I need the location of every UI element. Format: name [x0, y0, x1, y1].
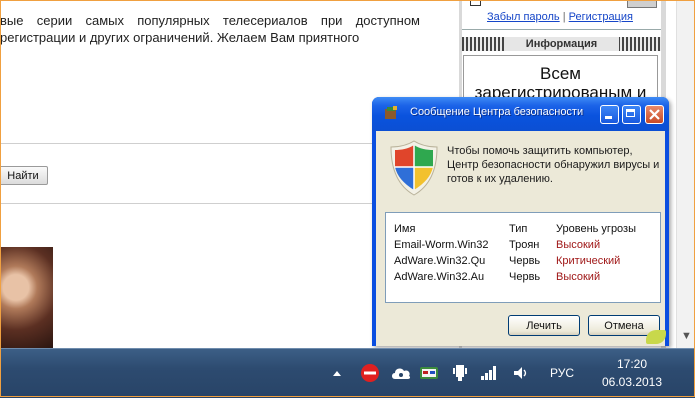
- remember-checkbox[interactable]: [470, 0, 481, 6]
- threat-type: Троян: [509, 239, 540, 251]
- volume-icon[interactable]: [512, 363, 530, 383]
- threat-level: Критический: [556, 255, 621, 267]
- fix-button[interactable]: Лечить: [508, 315, 580, 336]
- minimize-button[interactable]: [600, 105, 619, 124]
- info-header: Информация: [462, 37, 661, 51]
- article-text: вые серии самых популярных телесериалов …: [0, 13, 420, 45]
- clock[interactable]: 17:20 06.03.2013: [592, 355, 672, 391]
- dialog-titlebar[interactable]: Сообщение Центра безопасности: [372, 97, 669, 131]
- clock-time: 17:20: [616, 357, 648, 371]
- column-name: Имя: [394, 223, 416, 235]
- search-button[interactable]: Найти: [0, 166, 48, 185]
- close-icon: [649, 109, 660, 120]
- security-center-icon: [385, 106, 397, 119]
- security-alert-dialog: Сообщение Центра безопасности Чтобы помо…: [372, 97, 669, 346]
- threat-level: Высокий: [556, 271, 601, 283]
- threat-name: AdWare.Win32.Qu: [394, 255, 486, 267]
- column-type: Тип: [509, 223, 528, 235]
- threat-list[interactable]: Имя Тип Уровень угрозы Email-Worm.Win32 …: [385, 212, 661, 303]
- dialog-title: Сообщение Центра безопасности: [410, 106, 584, 118]
- show-hidden-icon[interactable]: [332, 363, 342, 383]
- register-link[interactable]: Регистрация: [569, 11, 633, 23]
- dialog-body: Чтобы помочь защитить компьютер, Центр б…: [376, 131, 665, 346]
- threat-list-header: Имя Тип Уровень угрозы: [386, 223, 662, 238]
- language-indicator[interactable]: РУС: [548, 363, 576, 383]
- network-badge-icon[interactable]: [419, 363, 439, 383]
- column-level: Уровень угрозы: [556, 223, 637, 235]
- login-panel: Забыл пароль | Регистрация: [462, 0, 661, 30]
- scroll-down-icon[interactable]: ▼: [681, 330, 692, 342]
- clock-date: 06.03.2013: [601, 375, 663, 389]
- threat-row[interactable]: AdWare.Win32.Qu Червь Критический: [386, 255, 662, 270]
- threat-type: Червь: [509, 255, 541, 267]
- link-separator: |: [562, 11, 566, 23]
- signal-icon[interactable]: [480, 363, 498, 383]
- threat-level: Высокий: [556, 239, 601, 251]
- forgot-password-link[interactable]: Забыл пароль: [487, 11, 560, 23]
- taskbar: РУС 17:20 06.03.2013: [0, 348, 695, 398]
- login-button[interactable]: [627, 0, 657, 8]
- usb-icon[interactable]: [452, 363, 468, 383]
- threat-name: Email-Worm.Win32: [394, 239, 489, 251]
- poster-image[interactable]: [0, 247, 53, 348]
- threat-type: Червь: [509, 271, 541, 283]
- windows-shield-icon: [390, 140, 438, 196]
- info-header-label: Информация: [504, 37, 619, 51]
- mute-icon[interactable]: [360, 363, 380, 383]
- dialog-message: Чтобы помочь защитить компьютер, Центр б…: [447, 145, 660, 185]
- threat-name: AdWare.Win32.Au: [394, 271, 485, 283]
- cloud-icon[interactable]: [390, 363, 412, 383]
- threat-row[interactable]: Email-Worm.Win32 Троян Высокий: [386, 239, 662, 254]
- close-button[interactable]: [645, 105, 664, 124]
- threat-row[interactable]: AdWare.Win32.Au Червь Высокий: [386, 271, 662, 286]
- page-scrollbar[interactable]: ▼: [676, 0, 695, 348]
- maximize-button[interactable]: [622, 105, 641, 124]
